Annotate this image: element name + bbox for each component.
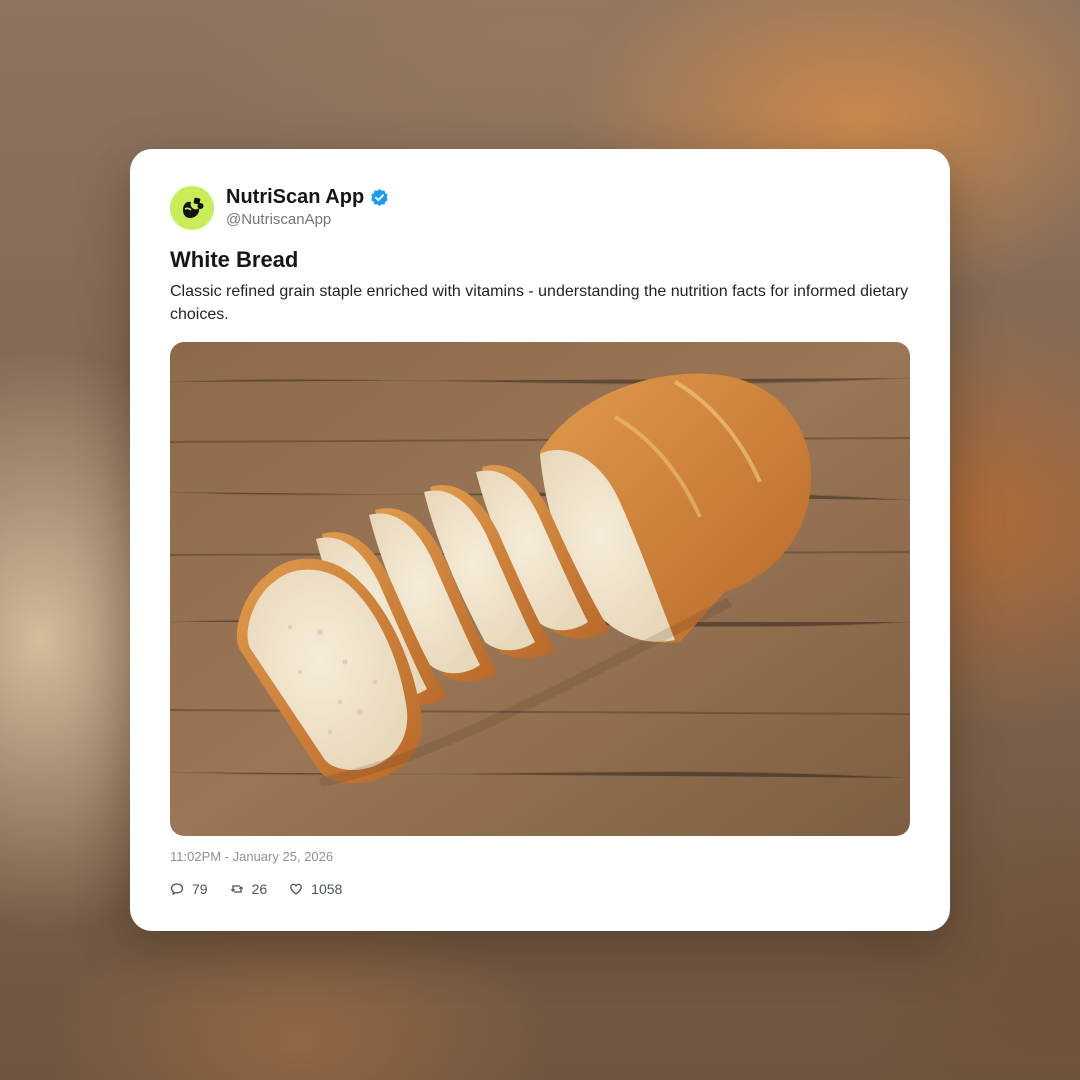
avatar[interactable]: [170, 185, 214, 230]
like-count: 1058: [311, 881, 343, 897]
post-image[interactable]: [170, 342, 910, 836]
engagement-stats: 79 26 1058: [170, 880, 364, 898]
heart-icon: [289, 882, 303, 896]
repost-count: 26: [251, 881, 268, 897]
reply-button[interactable]: 79: [170, 880, 208, 898]
repost-button[interactable]: 26: [230, 880, 268, 898]
reply-count: 79: [192, 881, 208, 897]
author-identity: NutriScan App @NutriscanApp: [226, 185, 389, 230]
repost-icon: [230, 882, 244, 896]
post-body-text: Classic refined grain staple enriched wi…: [170, 283, 909, 323]
post-timestamp[interactable]: 11:02PM - January 25, 2026: [170, 849, 333, 865]
author-display-name[interactable]: NutriScan App: [226, 185, 364, 209]
author-handle[interactable]: @NutriscanApp: [226, 210, 389, 230]
post-title: White Bread: [170, 247, 299, 272]
post-card: NutriScan App @NutriscanApp White Bread …: [130, 149, 950, 931]
post-header: NutriScan App @NutriscanApp: [170, 185, 389, 230]
reply-icon: [170, 882, 184, 896]
verified-badge-icon: [370, 188, 389, 207]
leaf-logo-icon: [183, 197, 204, 218]
like-button[interactable]: 1058: [289, 880, 342, 898]
name-row: NutriScan App: [226, 185, 389, 209]
